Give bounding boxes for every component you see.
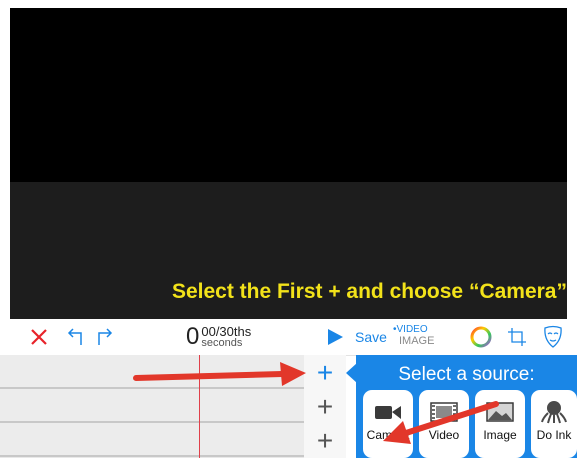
annotation-arrows <box>133 362 499 444</box>
arrow-to-camera-button <box>383 401 499 444</box>
arrow-to-add-button <box>133 362 306 386</box>
